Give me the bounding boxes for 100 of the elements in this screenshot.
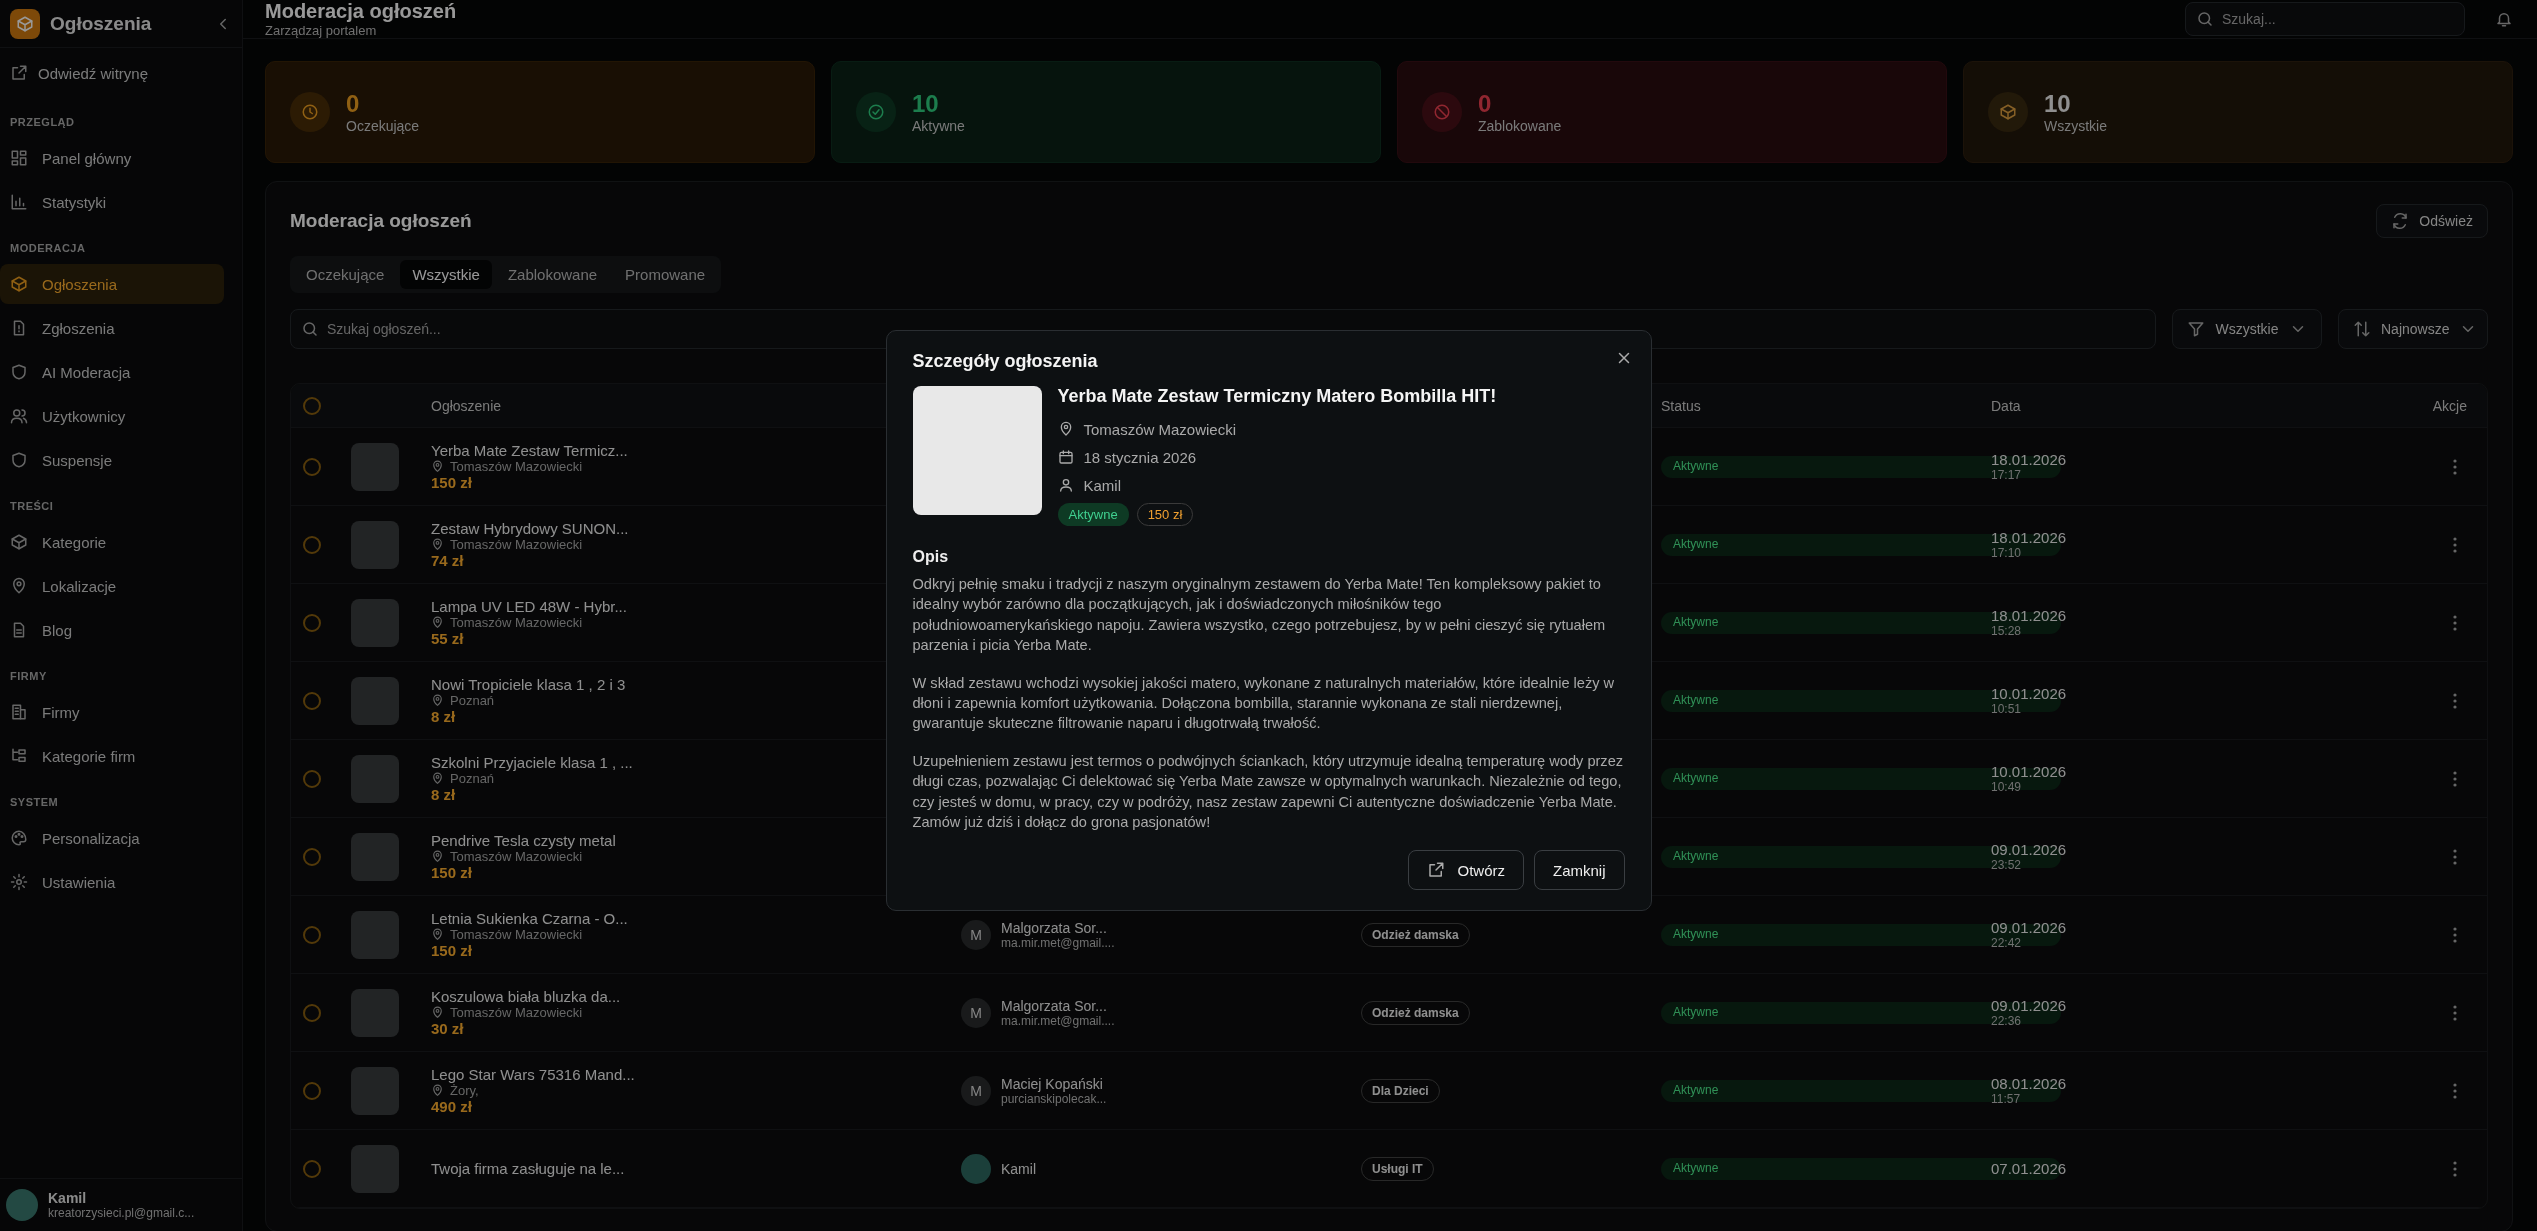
photo-placeholder: [351, 520, 399, 569]
date-text: 10.01.2026: [1991, 763, 2068, 780]
stat-label: Aktywne: [912, 118, 965, 134]
sidebar-item[interactable]: Zgłoszenia: [0, 308, 242, 348]
date-text: 18.01.2026: [1991, 451, 2068, 468]
avatar: M: [961, 919, 991, 950]
section-heading: Opis: [912, 548, 950, 566]
panel-title: Moderacja ogłoszeń: [290, 210, 472, 232]
row-checkbox[interactable]: [303, 769, 321, 788]
select-all-checkbox[interactable]: [303, 396, 321, 415]
row-checkbox[interactable]: [303, 691, 321, 710]
time-text: 10:51: [1991, 702, 2023, 716]
description-paragraph: Uzupełnieniem zestawu jest termos o podwójnych ściankach, który utrzymuje idealną temperaturę wody przez długi czas, pozwalając Ci delektować się Yerba Mate zawsze w optymalnych warunkach. Niezależnie od tego, czy jesteś w domu, w pracy, czy w podróży, nasz zestaw zapewni Ci autentyczne doświadczenie Yerba Mate. Zamów już dziś i dołącz do grona pasjonatów!: [912, 751, 1625, 833]
row-checkbox[interactable]: [303, 847, 321, 866]
listing-location: Tomaszów Mazowiecki: [1083, 420, 1237, 438]
date-text: 18.01.2026: [1991, 607, 2068, 624]
listing-location: Żory,: [450, 1083, 479, 1098]
search-field[interactable]: Szukaj...: [2185, 2, 2465, 36]
section-heading: SYSTEM: [9, 795, 60, 810]
listing-title: Koszulowa biała bluzka da...: [431, 988, 621, 1005]
listing-price: 150 zł: [431, 474, 472, 491]
user-name: Malgorzata Sor...: [1001, 919, 1108, 936]
user-email: ma.mir.met@gmail....: [1001, 935, 1115, 950]
row-checkbox[interactable]: [303, 535, 321, 554]
listing-title: Yerba Mate Zestaw Termiczny Matero Bombilla HIT!: [1057, 386, 1497, 407]
tab[interactable]: Zablokowane: [495, 260, 610, 289]
sidebar-item[interactable]: Ogłoszenia: [0, 264, 224, 304]
description-paragraph: Odkryj pełnię smaku i tradycji z naszym oryginalnym zestawem do Yerba Mate! Ten kompleksowy pakiet to idealny wybór zarówno dla początkujących, jak i doświadczonych miłośników tego południowoamerykańskiego napoju. Zawiera wszystko, czego potrzebujesz, by w pełni cieszyć się rytuałem parzenia i picia Yerba Mate.: [912, 575, 1607, 656]
stat-label: Wszystkie: [2044, 118, 2107, 134]
user-name: Kamil: [48, 1190, 88, 1206]
cube-icon: [1999, 103, 2017, 121]
photo-placeholder: [351, 598, 399, 647]
row-checkbox[interactable]: [303, 925, 321, 944]
close-button[interactable]: Zamknij: [1534, 850, 1625, 891]
bar-chart-icon: [10, 193, 28, 211]
dialog-title: Szczegóły ogłoszenia: [912, 351, 1098, 372]
listing-title: Twoja firma zasługuje na le...: [431, 1160, 625, 1177]
row-checkbox[interactable]: [303, 613, 321, 632]
refresh-button[interactable]: Odśwież: [2376, 204, 2488, 238]
time-text: 17:17: [1991, 468, 2023, 482]
listing-price: 74 zł: [431, 552, 464, 569]
cube-icon: [10, 275, 28, 293]
stat-label: Oczekujące: [346, 118, 420, 134]
stat-label: Zablokowane: [1478, 118, 1562, 134]
sidebar-item[interactable]: Statystyki: [0, 182, 242, 222]
sidebar-item[interactable]: Panel główny: [0, 138, 242, 178]
row-checkbox[interactable]: [303, 1159, 321, 1178]
user-name: Malgorzata Sor...: [1001, 997, 1108, 1014]
row-checkbox[interactable]: [303, 1003, 321, 1022]
listing-price: 8 zł: [431, 786, 456, 803]
time-text: 10:49: [1991, 780, 2023, 794]
calendar-icon: [1057, 449, 1074, 465]
location-pin-icon: [431, 850, 444, 863]
cube-icon: [10, 533, 28, 551]
sort-dropdown[interactable]: Najnowsze: [2338, 309, 2488, 349]
tab[interactable]: Wszystkie: [400, 260, 492, 289]
column-header: Ogłoszenie: [431, 397, 502, 414]
time-text: 15:28: [1991, 624, 2023, 638]
location-pin-icon: [431, 694, 444, 707]
stat-value: 10: [2044, 90, 2072, 118]
logo-icon: [10, 8, 40, 39]
sidebar-item[interactable]: Kategorie: [0, 522, 242, 562]
photo-placeholder: [351, 442, 399, 491]
section-heading: MODERACJA: [9, 241, 87, 256]
clock-icon: [301, 103, 319, 121]
sidebar-item[interactable]: Personalizacja: [0, 818, 242, 858]
sidebar-item[interactable]: Lokalizacje: [0, 566, 242, 606]
user-email: ma.mir.met@gmail....: [1001, 1013, 1115, 1028]
row-checkbox[interactable]: [303, 457, 321, 476]
sort-icon: [2353, 320, 2371, 338]
open-button[interactable]: Otwórz: [1408, 850, 1524, 891]
tab[interactable]: Promowane: [613, 260, 718, 289]
column-header: Akcje: [2432, 397, 2467, 414]
listing-location: Tomaszów Mazowiecki: [450, 1005, 583, 1020]
filter-dropdown[interactable]: Wszystkie: [2172, 309, 2322, 349]
sidebar-item[interactable]: Blog: [0, 610, 242, 650]
avatar: M: [961, 1075, 991, 1106]
notification-button[interactable]: [2495, 10, 2513, 28]
row-checkbox[interactable]: [303, 1081, 321, 1100]
sidebar-item[interactable]: Firmy: [0, 692, 242, 732]
listing-location: Tomaszów Mazowiecki: [450, 537, 583, 552]
sidebar-item[interactable]: Suspensje: [0, 440, 242, 480]
date-text: 18.01.2026: [1991, 529, 2068, 546]
building-icon: [10, 703, 28, 721]
shield-icon: [10, 363, 28, 381]
visit-site-link[interactable]: Odwiedź witrynę: [0, 48, 242, 98]
user-name: Maciej Kopański: [1001, 1075, 1104, 1092]
tab[interactable]: Oczekujące: [294, 260, 397, 289]
external-link-icon: [10, 64, 28, 82]
sidebar-item[interactable]: Kategorie firm: [0, 736, 242, 776]
section-heading: TREŚCI: [9, 499, 55, 514]
sidebar-item[interactable]: Ustawienia: [0, 862, 242, 902]
stat-value: 10: [912, 90, 940, 118]
user-name: Kamil: [1001, 1160, 1036, 1177]
page-title: Moderacja ogłoszeń: [265, 0, 457, 23]
listing-location: Poznań: [450, 771, 495, 786]
sidebar-item[interactable]: Użytkownicy: [0, 396, 242, 436]
time-text: 22:42: [1991, 936, 2023, 950]
sidebar-item[interactable]: AI Moderacja: [0, 352, 242, 392]
column-header: Status: [1661, 397, 1701, 414]
